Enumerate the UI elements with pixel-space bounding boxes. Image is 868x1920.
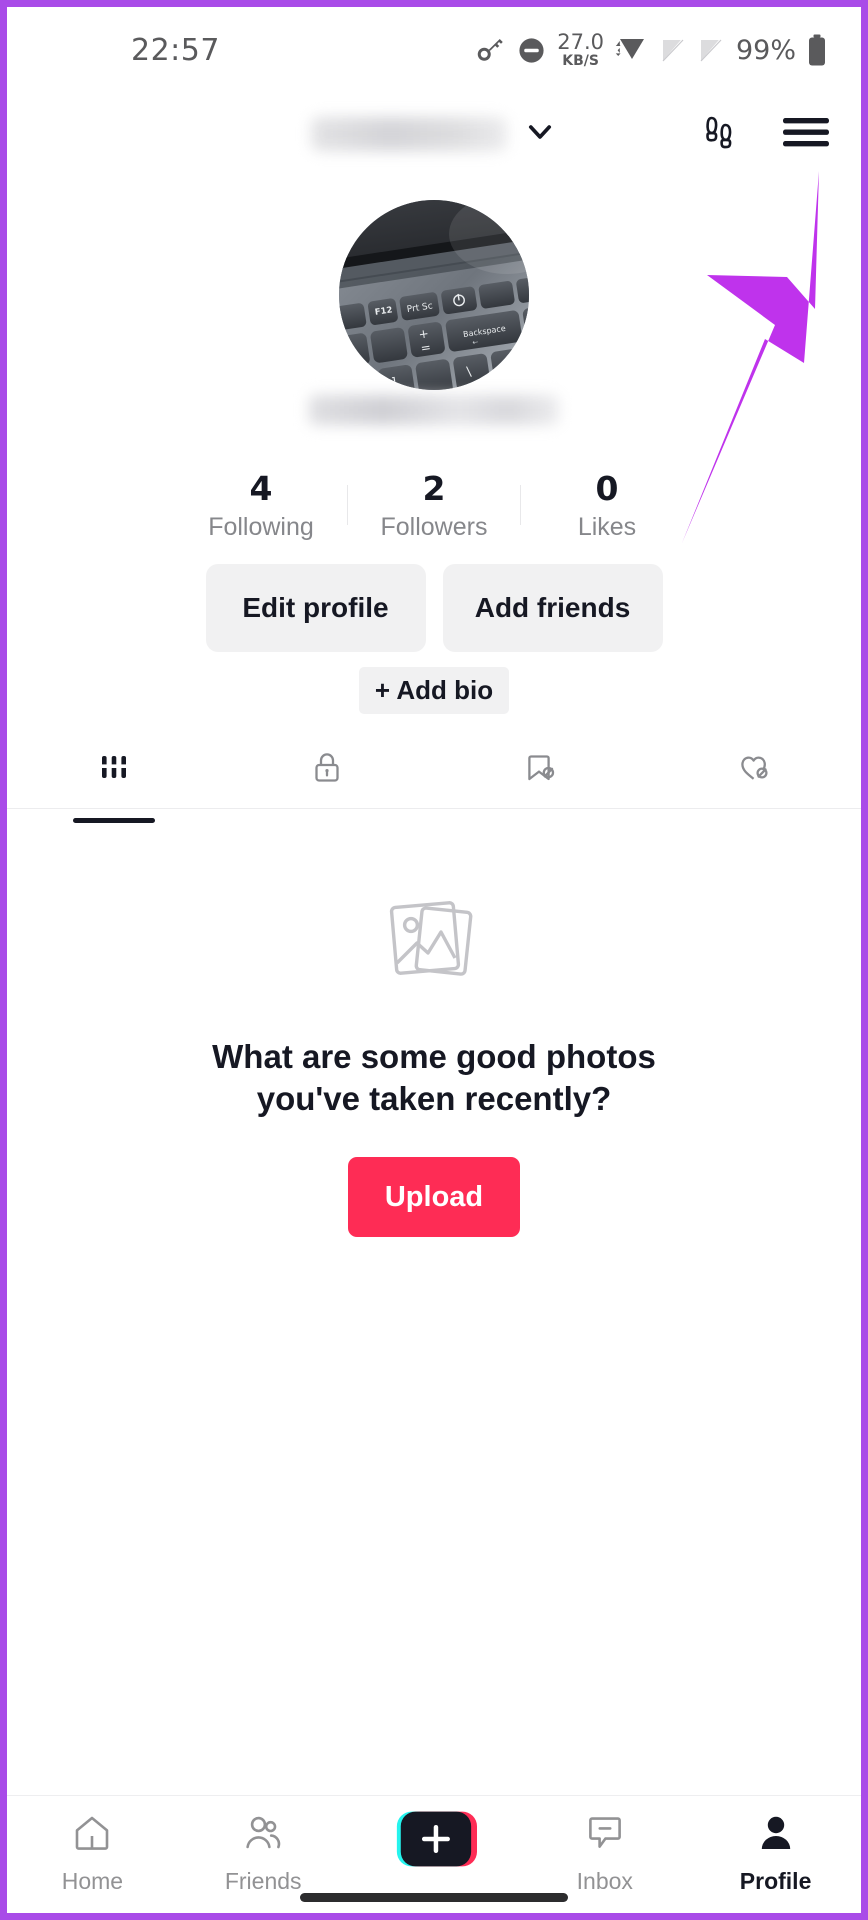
- nav-friends-label: Friends: [224, 1868, 302, 1894]
- avatar[interactable]: F12 Prt Sc + = Backspace ←] \: [339, 200, 529, 390]
- photo-stack-icon: [375, 887, 493, 1004]
- empty-state-title: What are some good photos you've taken r…: [212, 1038, 656, 1117]
- sim-slot-2-empty-icon: [698, 36, 725, 65]
- do-not-disturb-icon: [517, 36, 546, 65]
- avatar-image: F12 Prt Sc + = Backspace ←] \: [339, 200, 529, 390]
- following-label: Following: [208, 513, 314, 542]
- nav-inbox[interactable]: Inbox: [519, 1810, 690, 1895]
- upload-button[interactable]: Upload: [348, 1157, 520, 1238]
- tiktok-profile-screen: 22:57 27.0 KB/S 99% F12 Prt Sc + = Backs…: [7, 7, 861, 1913]
- wifi-icon: [615, 35, 649, 65]
- empty-state: What are some good photos you've taken r…: [7, 887, 861, 1238]
- nav-home-label: Home: [61, 1868, 124, 1894]
- followers-count: 2: [422, 468, 446, 508]
- display-name-redacted: [309, 395, 559, 425]
- add-bio-button[interactable]: + Add bio: [358, 667, 510, 714]
- chevron-down-icon[interactable]: [523, 115, 557, 154]
- following-count: 4: [249, 468, 273, 508]
- add-friends-button[interactable]: Add friends: [442, 564, 663, 652]
- display-name: [7, 395, 861, 425]
- grid-icon: [94, 747, 134, 792]
- stat-followers[interactable]: 2 Followers: [348, 468, 520, 542]
- tab-private[interactable]: [221, 729, 435, 809]
- followers-label: Followers: [380, 513, 488, 542]
- status-time: 22:57: [131, 32, 220, 68]
- svg-text:+: +: [418, 326, 430, 341]
- likes-label: Likes: [577, 513, 637, 542]
- status-icons: 27.0 KB/S 99%: [476, 32, 827, 68]
- lock-icon: [307, 747, 347, 792]
- friends-icon: [240, 1810, 286, 1861]
- svg-text:=: =: [420, 340, 432, 355]
- username-redacted: [311, 117, 507, 151]
- inbox-icon: [582, 1810, 628, 1861]
- nav-profile[interactable]: Profile: [690, 1810, 861, 1895]
- home-indicator: [300, 1893, 568, 1902]
- vpn-key-icon: [476, 35, 506, 65]
- top-bar-right-actions: [695, 108, 831, 161]
- profile-top-bar: [7, 93, 861, 175]
- nav-home[interactable]: Home: [7, 1810, 178, 1895]
- status-bar: 22:57 27.0 KB/S 99%: [7, 7, 861, 93]
- nav-inbox-label: Inbox: [576, 1868, 633, 1894]
- profile-action-buttons: Edit profile Add friends: [7, 564, 861, 652]
- profile-stats: 4 Following 2 Followers 0 Likes: [7, 459, 861, 551]
- likes-count: 0: [595, 468, 619, 508]
- sim-slot-1-empty-icon: [660, 36, 687, 65]
- stat-following[interactable]: 4 Following: [175, 468, 347, 542]
- tab-posts[interactable]: [7, 729, 221, 823]
- hamburger-menu-icon[interactable]: [781, 112, 831, 157]
- heart-hidden-icon: [734, 747, 774, 792]
- battery-percent-label: 99%: [735, 34, 796, 66]
- tab-liked[interactable]: [648, 729, 862, 809]
- edit-profile-button[interactable]: Edit profile: [205, 564, 426, 652]
- tabs-bottom-divider: [7, 808, 861, 809]
- create-plus-icon[interactable]: [391, 1810, 477, 1868]
- nav-create[interactable]: [349, 1810, 520, 1875]
- footprints-icon[interactable]: [695, 108, 743, 161]
- bookmark-hidden-icon: [521, 747, 561, 792]
- stat-likes[interactable]: 0 Likes: [521, 468, 693, 542]
- network-speed-indicator: 27.0 KB/S: [557, 30, 604, 69]
- profile-person-icon: [753, 1810, 799, 1861]
- active-tab-underline: [72, 818, 155, 823]
- battery-icon: [807, 34, 827, 66]
- screenshot-frame: 22:57 27.0 KB/S 99% F12 Prt Sc + = Backs…: [0, 0, 868, 1920]
- content-tabs: [7, 729, 862, 823]
- home-icon: [69, 1810, 115, 1861]
- tab-saved[interactable]: [434, 729, 648, 809]
- nav-profile-label: Profile: [739, 1868, 812, 1894]
- add-bio-row: + Add bio: [7, 667, 861, 714]
- nav-friends[interactable]: Friends: [178, 1810, 349, 1895]
